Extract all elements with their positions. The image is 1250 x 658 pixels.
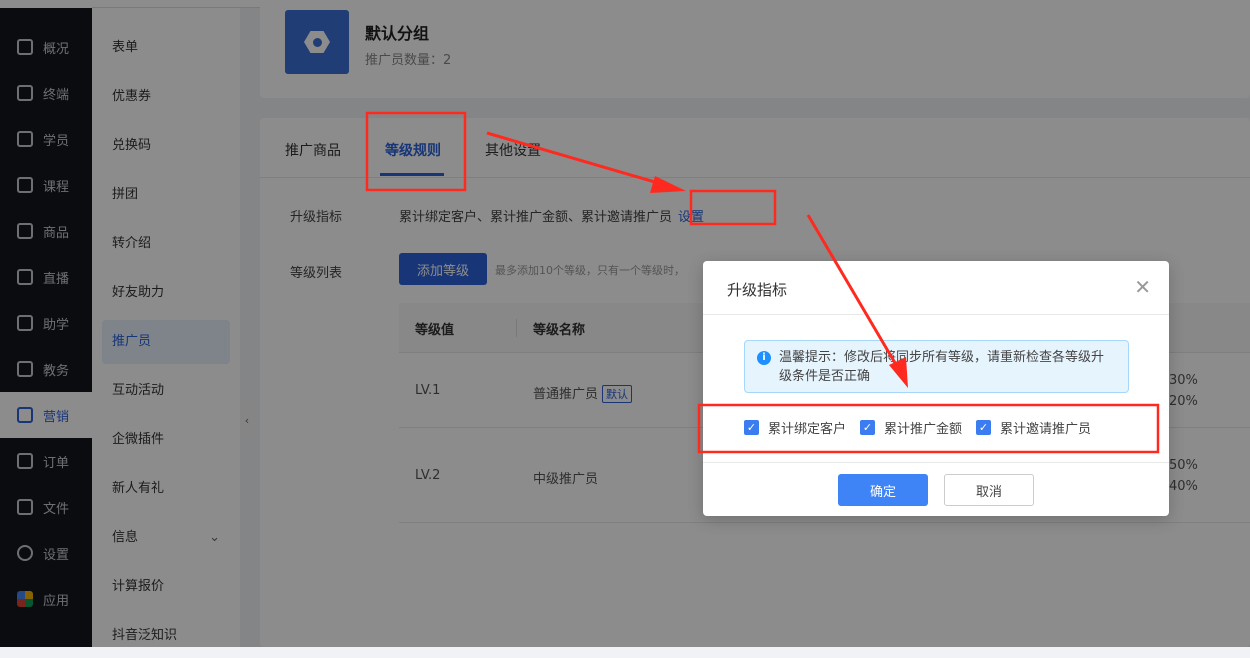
option-promo-amount[interactable]: ✓ 累计推广金额: [860, 418, 962, 437]
metric-options: ✓ 累计绑定客户 ✓ 累计推广金额 ✓ 累计邀请推广员: [744, 418, 1091, 437]
info-icon: i: [757, 351, 771, 365]
upgrade-metrics-dialog: 升级指标 ✕ i 温馨提示：修改后将同步所有等级，请重新检查各等级升级条件是否正确…: [703, 261, 1169, 516]
option-bound-customers[interactable]: ✓ 累计绑定客户: [744, 418, 846, 437]
dialog-footer: 确定 取消: [703, 462, 1169, 516]
checkbox-checked-icon[interactable]: ✓: [976, 420, 992, 435]
dialog-header: 升级指标 ✕: [703, 261, 1169, 315]
cancel-button[interactable]: 取消: [944, 474, 1034, 506]
confirm-button[interactable]: 确定: [838, 474, 928, 506]
option-label: 累计绑定客户: [768, 422, 847, 437]
checkbox-checked-icon[interactable]: ✓: [860, 420, 876, 435]
option-label: 累计邀请推广员: [1000, 422, 1092, 437]
dialog-title: 升级指标: [727, 281, 788, 299]
close-icon[interactable]: ✕: [1134, 275, 1151, 299]
tip-alert: i 温馨提示：修改后将同步所有等级，请重新检查各等级升级条件是否正确: [744, 340, 1129, 393]
option-invited-promoters[interactable]: ✓ 累计邀请推广员: [976, 418, 1091, 437]
option-label: 累计推广金额: [884, 422, 963, 437]
checkbox-checked-icon[interactable]: ✓: [744, 420, 759, 435]
tip-text: 温馨提示：修改后将同步所有等级，请重新检查各等级升级条件是否正确: [779, 350, 1105, 384]
